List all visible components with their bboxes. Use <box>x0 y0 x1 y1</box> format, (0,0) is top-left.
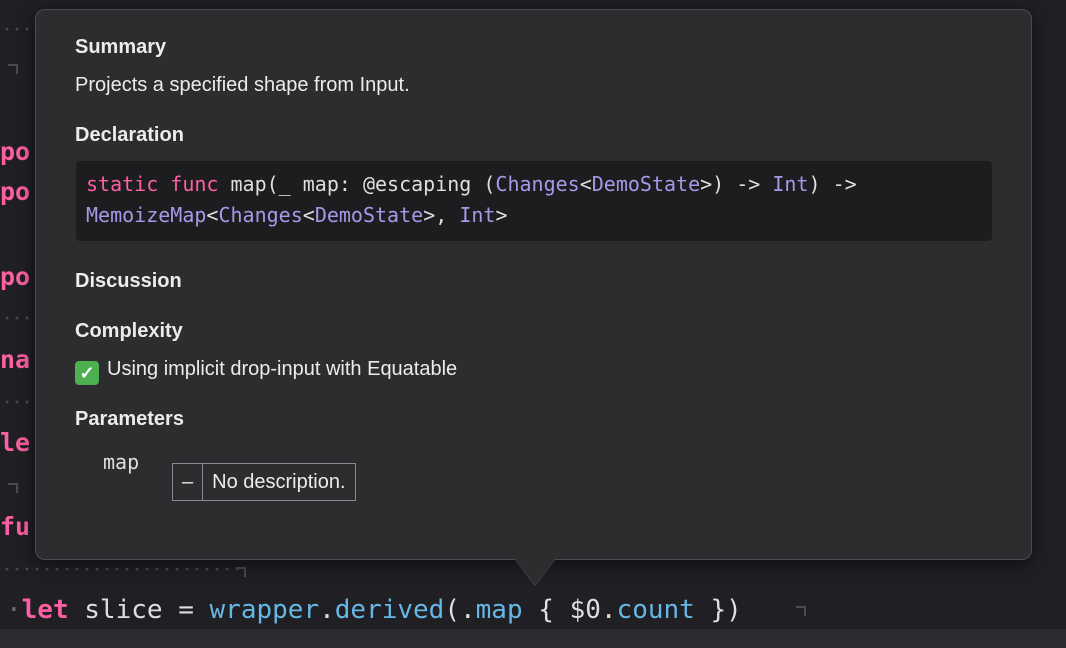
open-paren: (. <box>444 595 476 625</box>
open-brace: { <box>538 595 554 625</box>
count-property[interactable]: count <box>617 595 695 625</box>
close-brace-paren: }) <box>710 595 742 625</box>
parameter-description-table: – No description. <box>172 463 356 501</box>
code-fold-corner <box>8 483 18 493</box>
truncated-code-line: po <box>0 262 31 291</box>
parameter-description: No description. <box>202 464 354 500</box>
truncated-code-line: fu <box>0 512 31 541</box>
editor-bottom-bar <box>0 629 1066 648</box>
code-fold-corner <box>8 64 18 74</box>
map-member[interactable]: map <box>476 595 523 625</box>
summary-text: Projects a specified shape from Input. <box>75 74 410 96</box>
method-identifier[interactable]: derived <box>335 595 445 625</box>
receiver-identifier[interactable]: wrapper <box>210 595 320 625</box>
complexity-text-row: ✓ Using implicit drop-input with Equatabl… <box>75 357 457 385</box>
whitespace-dot: · <box>6 595 22 625</box>
discussion-heading: Discussion <box>75 270 182 292</box>
summary-heading: Summary <box>75 36 167 58</box>
parameters-heading: Parameters <box>75 408 184 430</box>
declaration-code-block: static func map(_ map: @escaping (Change… <box>76 161 992 241</box>
variable-name: slice <box>84 595 163 625</box>
truncated-code-line: po <box>0 137 31 166</box>
parameter-name: map <box>103 450 140 474</box>
complexity-text: Using implicit drop-input with Equatable <box>107 358 458 380</box>
check-mark-icon: ✓ <box>75 361 99 385</box>
declaration-heading: Declaration <box>75 124 184 146</box>
assignment-operator: = <box>178 595 194 625</box>
parameter-dash: – <box>182 471 194 493</box>
truncated-code-line: le <box>0 428 31 457</box>
complexity-heading: Complexity <box>75 320 183 342</box>
code-fold-corner <box>236 567 246 577</box>
indent-guide-dots <box>2 567 242 571</box>
truncated-code-line: na <box>0 345 31 374</box>
let-keyword: let <box>21 595 69 625</box>
popover-arrow <box>515 559 555 585</box>
quick-help-popover[interactable]: Summary Projects a specified shape from … <box>35 9 1032 560</box>
code-fold-corner <box>796 606 806 616</box>
truncated-code-line: po <box>0 177 31 206</box>
closure-arg: $0 <box>569 595 601 625</box>
current-code-line[interactable]: ·let slice = wrapper.derived(.map { $0.c… <box>6 593 742 627</box>
